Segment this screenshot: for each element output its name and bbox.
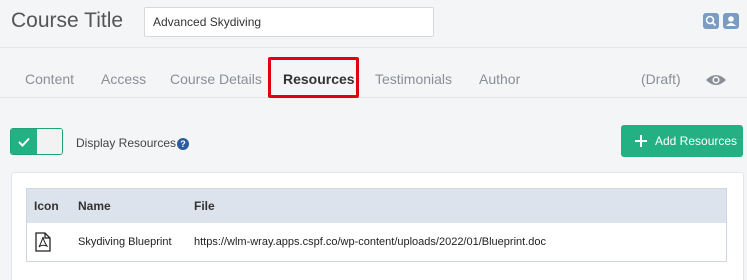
tab-author[interactable]: Author — [479, 48, 520, 98]
tab-content[interactable]: Content — [25, 48, 74, 98]
draft-status: (Draft) — [641, 71, 681, 87]
check-icon — [18, 137, 30, 147]
course-title-label: Course Title — [11, 9, 124, 32]
search-icon[interactable] — [703, 13, 719, 29]
resources-table: Icon Name File Skydiving Blueprint https… — [26, 188, 727, 262]
tab-course-details[interactable]: Course Details — [170, 48, 262, 98]
display-resources-toggle[interactable] — [10, 128, 63, 155]
tab-access[interactable]: Access — [101, 48, 146, 98]
add-resources-label: Add Resources — [655, 134, 738, 148]
toggle-knob — [37, 129, 62, 154]
active-tab-underline — [272, 95, 356, 97]
tab-testimonials[interactable]: Testimonials — [375, 48, 452, 98]
column-header-name: Name — [78, 199, 111, 213]
header-bar: Course Title — [0, 0, 747, 48]
pdf-icon — [35, 232, 51, 252]
plus-icon — [635, 135, 647, 147]
add-resources-button[interactable]: Add Resources — [621, 125, 743, 157]
user-icon[interactable] — [723, 13, 739, 29]
help-icon[interactable]: ? — [177, 138, 189, 150]
column-header-file: File — [194, 199, 215, 213]
eye-icon[interactable] — [705, 72, 727, 88]
resource-name: Skydiving Blueprint — [78, 236, 172, 248]
tab-bar: Content Access Course Details Resources … — [0, 48, 747, 98]
course-title-input[interactable] — [144, 7, 434, 37]
resource-file-link[interactable]: https://wlm-wray.apps.cspf.co/wp-content… — [194, 223, 546, 261]
display-resources-label: Display Resources — [76, 136, 177, 150]
table-header: Icon Name File — [27, 189, 726, 223]
table-row[interactable]: Skydiving Blueprint https://wlm-wray.app… — [27, 223, 726, 261]
column-header-icon: Icon — [34, 199, 59, 213]
tab-resources[interactable]: Resources — [283, 48, 355, 98]
